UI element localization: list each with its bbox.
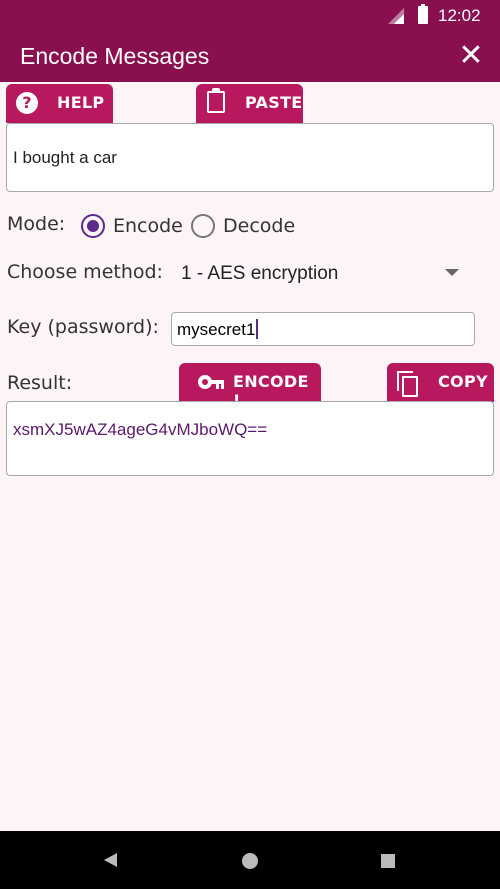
copy-button-label: COPY bbox=[438, 372, 488, 391]
message-input[interactable]: I bought a car bbox=[6, 123, 494, 192]
decode-radio-label[interactable]: Decode bbox=[223, 215, 295, 237]
close-icon[interactable]: ✕ bbox=[456, 38, 486, 74]
status-time: 12:02 bbox=[438, 6, 481, 25]
app-bar: Encode Messages ✕ bbox=[0, 32, 500, 82]
key-input[interactable]: mysecret1 bbox=[171, 312, 475, 346]
key-label: Key (password): bbox=[7, 316, 159, 338]
signal-strength-icon bbox=[394, 14, 404, 24]
system-nav-bar bbox=[0, 831, 500, 889]
decode-radio[interactable] bbox=[191, 214, 215, 238]
result-label: Result: bbox=[7, 372, 73, 394]
nav-home-icon[interactable] bbox=[242, 853, 258, 869]
paste-button-label: PASTE bbox=[245, 93, 303, 112]
battery-icon bbox=[418, 4, 428, 24]
text-caret bbox=[256, 319, 259, 339]
copy-button[interactable]: COPY bbox=[387, 363, 494, 402]
help-icon: ? bbox=[16, 92, 38, 114]
paste-button[interactable]: PASTE bbox=[196, 84, 303, 123]
encode-button[interactable]: ENCODE ! bbox=[179, 363, 321, 410]
clipboard-icon bbox=[207, 88, 225, 113]
key-icon bbox=[198, 375, 224, 389]
nav-back-icon[interactable] bbox=[104, 853, 117, 867]
method-label: Choose method: bbox=[7, 261, 163, 283]
encode-radio-label[interactable]: Encode bbox=[113, 215, 183, 237]
help-button-label: HELP bbox=[57, 93, 105, 112]
encode-radio[interactable] bbox=[81, 214, 105, 238]
result-output[interactable]: xsmXJ5wAZ4ageG4vMJboWQ== bbox=[6, 401, 494, 476]
nav-recents-icon[interactable] bbox=[381, 854, 395, 868]
page-title: Encode Messages bbox=[20, 43, 210, 69]
help-button[interactable]: ? HELP bbox=[6, 84, 113, 123]
dropdown-arrow-icon[interactable] bbox=[445, 269, 459, 276]
key-input-value: mysecret1 bbox=[177, 320, 256, 339]
status-bar: 12:02 bbox=[0, 0, 500, 32]
copy-icon bbox=[397, 371, 419, 397]
mode-label: Mode: bbox=[7, 213, 66, 235]
method-selected-value[interactable]: 1 - AES encryption bbox=[181, 263, 338, 285]
